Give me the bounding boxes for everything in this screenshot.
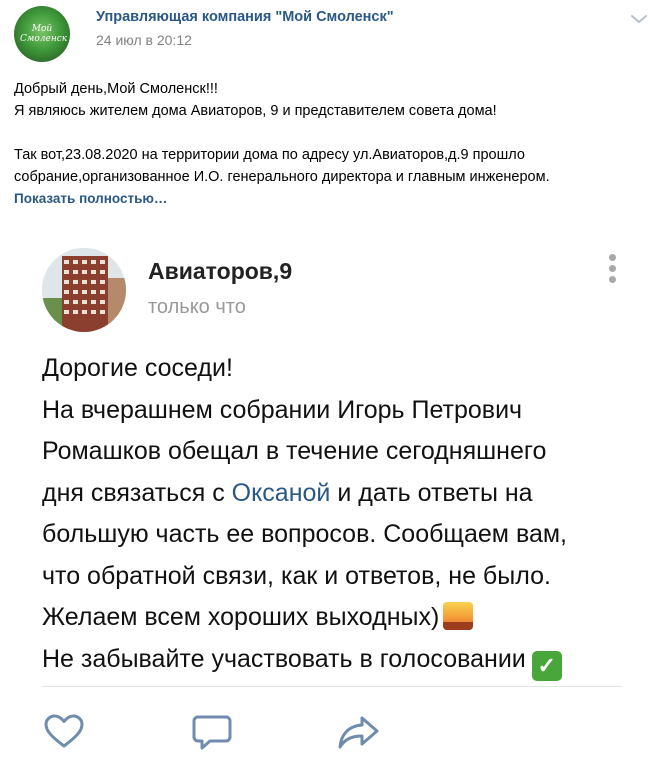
share-icon[interactable]: [336, 712, 380, 752]
check-mark-emoji-icon: ✓: [531, 650, 562, 681]
card-line-text: дня связаться с: [42, 478, 232, 507]
card-line: дня связаться с Оксаной и дать ответы на: [42, 473, 642, 515]
card-time: только что: [148, 296, 246, 318]
building-avatar: [42, 248, 126, 332]
card-line: Дорогие соседи!: [42, 354, 233, 382]
card-line-text: Желаем всем хороших выходных): [42, 603, 440, 631]
card-line: На вчерашнем собрании Игорь Петрович: [42, 395, 523, 424]
community-avatar[interactable]: Мой Смоленск: [14, 6, 70, 62]
post-text: Добрый день,Мой Смоленск!!! Я являюсь жи…: [14, 78, 644, 210]
heart-icon[interactable]: [42, 712, 86, 752]
card-line: Ромашков обещал в течение сегодняшнего: [42, 437, 547, 465]
post-image[interactable]: Авиаторов,9 только что Дорогие соседи! Н…: [0, 226, 658, 687]
show-more-link[interactable]: Показать полностью…: [14, 188, 644, 210]
post-text-line: Добрый день,Мой Смоленск!!!: [14, 81, 218, 97]
post-date[interactable]: 24 июл в 20:12: [96, 32, 192, 48]
card-author-name: Авиаторов,9: [148, 258, 293, 284]
post-author-link[interactable]: Управляющая компания "Мой Смоленск": [96, 9, 394, 25]
post-text-line: Я являюсь жителем дома Авиаторов, 9 и пр…: [14, 103, 497, 119]
post-text-line: собрание,организованное И.О. генеральног…: [14, 169, 550, 185]
card-line: что обратной связи, как и ответов, не бы…: [42, 561, 551, 590]
card-line-text: и дать ответы на: [330, 478, 533, 507]
card-message: Дорогие соседи! На вчерашнем собрании Иг…: [42, 348, 642, 681]
card-divider: [42, 686, 622, 687]
mention-link: Оксаной: [231, 478, 331, 507]
building-image: [42, 248, 126, 332]
card-line: большую часть ее вопросов. Сообщаем вам,: [42, 520, 567, 548]
comment-icon[interactable]: [190, 712, 234, 752]
post-text-line: Так вот,23.08.2020 на территории дома по…: [14, 147, 525, 163]
more-options-icon: [604, 254, 620, 290]
chevron-down-icon[interactable]: [629, 12, 649, 26]
card-line: Не забывайте участвовать в голосовании ✓: [42, 639, 642, 681]
card-line: Желаем всем хороших выходных): [42, 597, 642, 639]
avatar-logo-text: Мой Смоленск: [20, 24, 68, 44]
card-line-text: Не забывайте участвовать в голосовании: [42, 644, 526, 673]
sunset-emoji-icon: [443, 602, 474, 630]
